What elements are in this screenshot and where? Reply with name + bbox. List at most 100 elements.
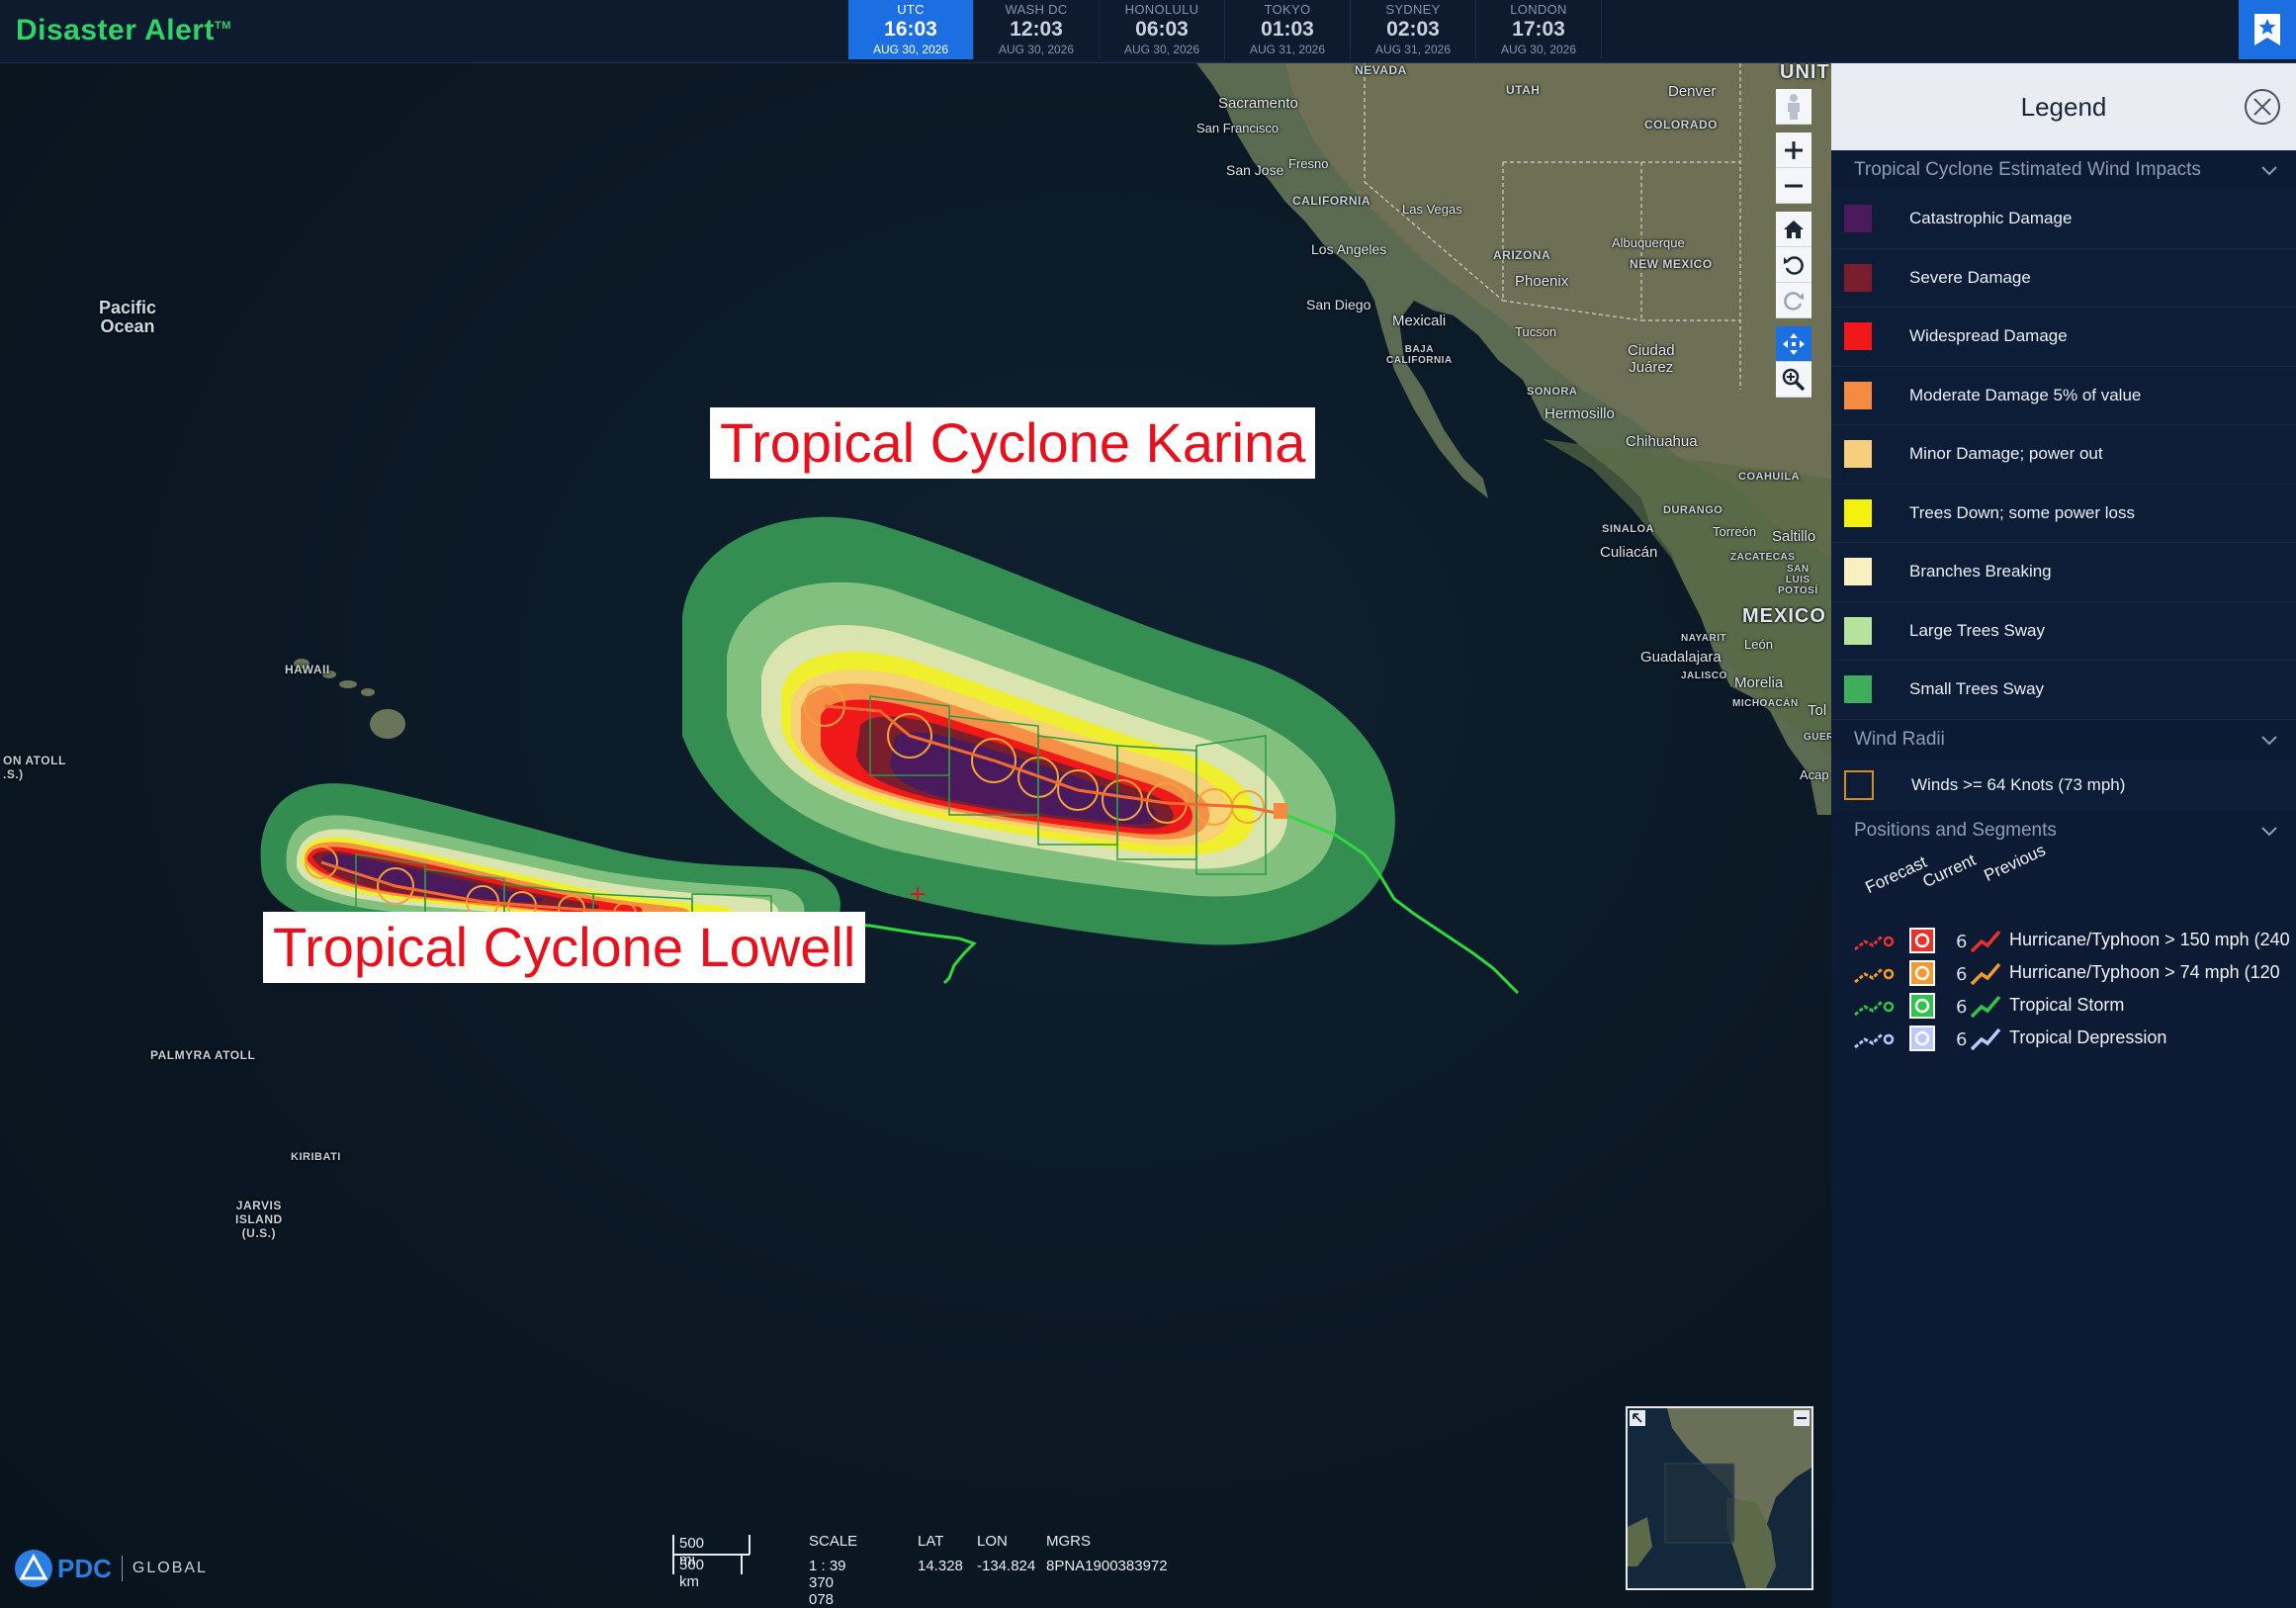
legend-item: Moderate Damage 5% of value: [1831, 366, 2296, 425]
status-value: -134.824: [977, 1558, 1036, 1574]
legend-section-positions[interactable]: Positions and Segments: [1831, 811, 2296, 850]
clock-london[interactable]: LONDON 17:03 AUG 30, 2026: [1476, 0, 1602, 59]
status-lat: LAT 14.328: [918, 1533, 963, 1574]
zoom-box-button[interactable]: [1776, 362, 1811, 398]
section-title: Positions and Segments: [1854, 819, 2057, 841]
map-view[interactable]: NEVADA UTAH UNIT Denver COLORADO Sacrame…: [0, 63, 1831, 1608]
clock-date: AUG 30, 2026: [1500, 43, 1577, 56]
status-value: 8PNA1900383972: [1046, 1558, 1168, 1574]
storm-symbols-icon: 6: [1854, 927, 2001, 953]
radii-swatch: [1844, 769, 1874, 800]
position-row: 6 Hurricane/Typhoon > 74 mph (120: [1853, 958, 2280, 988]
svg-text:6: 6: [1956, 964, 1967, 985]
place-san-diego: San Diego: [1306, 297, 1371, 313]
undo-view-button[interactable]: [1776, 247, 1811, 283]
status-label: MGRS: [1046, 1533, 1091, 1550]
place-kiribati: KIRIBATI: [291, 1151, 341, 1163]
place-new-mexico: NEW MEXICO: [1630, 257, 1713, 271]
clock-time: 16:03: [884, 18, 937, 41]
legend-item-label: Severe Damage: [1909, 267, 2031, 287]
position-row-label: Hurricane/Typhoon > 74 mph (120: [2009, 962, 2280, 982]
expand-overview-icon[interactable]: [1630, 1410, 1645, 1426]
place-san-francisco: San Francisco: [1196, 121, 1280, 135]
place-fresno: Fresno: [1288, 156, 1329, 171]
place-durango: DURANGO: [1663, 504, 1723, 516]
clock-utc[interactable]: UTC 16:03 AUG 30, 2026: [848, 0, 974, 59]
position-row: 6 Hurricane/Typhoon > 150 mph (240: [1853, 926, 2290, 955]
close-legend-icon[interactable]: [2243, 87, 2282, 127]
legend-section-wind-impacts[interactable]: Tropical Cyclone Estimated Wind Impacts: [1831, 150, 2296, 190]
status-label: LAT: [918, 1533, 944, 1550]
pdc-global-logo[interactable]: PDC GLOBAL: [14, 1549, 208, 1588]
legend-item: Severe Damage: [1831, 248, 2296, 308]
place-johnston-atoll: ON ATOLL .S.): [3, 754, 66, 781]
chevron-down-icon: [2261, 166, 2277, 176]
legend-item-label: Widespread Damage: [1909, 326, 2068, 346]
clock-time: 12:03: [1010, 18, 1063, 41]
place-las-vegas: Las Vegas: [1402, 202, 1462, 217]
plus-icon: [1785, 140, 1803, 159]
bookmark-button[interactable]: [2239, 0, 2296, 59]
clock-wash-dc[interactable]: WASH DC 12:03 AUG 30, 2026: [974, 0, 1100, 59]
chevron-down-icon: [2261, 735, 2277, 745]
redo-view-button[interactable]: [1776, 283, 1811, 318]
zoom-out-button[interactable]: [1776, 168, 1811, 204]
legend-item: Catastrophic Damage: [1831, 190, 2296, 249]
home-button[interactable]: [1776, 212, 1811, 247]
legend-item-label: Branches Breaking: [1909, 562, 2052, 581]
legend-item: Trees Down; some power loss: [1831, 484, 2296, 543]
place-tucson: Tucson: [1515, 324, 1557, 339]
map-controls: [1776, 89, 1811, 398]
minus-icon: [1785, 184, 1803, 187]
place-culiacan: Culiacán: [1600, 544, 1658, 561]
collapse-overview-icon[interactable]: [1794, 1410, 1810, 1426]
cyclone-label-lowell[interactable]: Tropical Cyclone Lowell: [263, 912, 866, 983]
legend-item: Widespread Damage: [1831, 308, 2296, 367]
map-canvas[interactable]: [0, 63, 1831, 1608]
wind-impact-list: Catastrophic Damage Severe Damage Widesp…: [1831, 190, 2296, 720]
place-chihuahua: Chihuahua: [1626, 433, 1698, 450]
clock-honolulu[interactable]: HONOLULU 06:03 AUG 30, 2026: [1100, 0, 1225, 59]
scale-kilometers: 500 km: [679, 1557, 705, 1590]
pan-tool-button[interactable]: [1776, 326, 1811, 362]
place-zacatecas: ZACATECAS: [1730, 552, 1796, 563]
status-lon: LON -134.824: [977, 1533, 1035, 1574]
clock-name: WASH DC: [1005, 2, 1068, 17]
cyclone-label-karina[interactable]: Tropical Cyclone Karina: [710, 407, 1316, 479]
place-hermosillo: Hermosillo: [1545, 405, 1615, 422]
legend-header: Legend: [1831, 63, 2296, 150]
top-bar: Disaster AlertTM UTC 16:03 AUG 30, 2026 …: [0, 0, 2296, 63]
place-mexico: MEXICO: [1742, 605, 1826, 627]
clock-time: 02:03: [1386, 18, 1440, 41]
clock-sydney[interactable]: SYDNEY 02:03 AUG 31, 2026: [1351, 0, 1476, 59]
magnifier-plus-icon: [1782, 368, 1806, 391]
place-palmyra-atoll: PALMYRA ATOLL: [150, 1048, 256, 1062]
overview-map[interactable]: [1626, 1406, 1813, 1590]
svg-text:6: 6: [1956, 997, 1967, 1018]
place-jalisco: JALISCO: [1681, 670, 1727, 681]
brand-logo[interactable]: Disaster AlertTM: [16, 14, 231, 47]
place-tol: Tol: [1808, 702, 1827, 719]
place-acap: Acap: [1800, 767, 1829, 782]
place-jarvis-island: JARVIS ISLAND (U.S.): [235, 1199, 283, 1240]
zoom-in-button[interactable]: [1776, 133, 1811, 168]
place-sonora: SONORA: [1527, 386, 1578, 398]
place-saltillo: Saltillo: [1772, 528, 1816, 545]
clock-date: AUG 31, 2026: [1374, 43, 1452, 56]
position-row-label: Tropical Depression: [2009, 1027, 2167, 1047]
section-title: Tropical Cyclone Estimated Wind Impacts: [1854, 159, 2201, 180]
position-row: 6 Tropical Storm: [1853, 991, 2124, 1021]
clock-date: AUG 30, 2026: [872, 43, 949, 56]
place-nevada: NEVADA: [1355, 63, 1407, 77]
place-pacific-ocean: Pacific Ocean: [99, 298, 157, 336]
undo-icon: [1784, 255, 1804, 275]
place-baja-california: BAJA CALIFORNIA: [1386, 344, 1453, 366]
legend-section-wind-radii[interactable]: Wind Radii: [1831, 720, 2296, 759]
color-swatch: [1844, 440, 1872, 469]
status-label: SCALE: [809, 1533, 858, 1550]
positions-legend: Forecast Current Previous 6 Hurricane/Ty…: [1831, 840, 2296, 1068]
place-torreon: Torreón: [1713, 524, 1757, 539]
color-swatch: [1844, 205, 1872, 233]
clock-tokyo[interactable]: TOKYO 01:03 AUG 31, 2026: [1225, 0, 1351, 59]
street-view-button[interactable]: [1776, 89, 1811, 125]
